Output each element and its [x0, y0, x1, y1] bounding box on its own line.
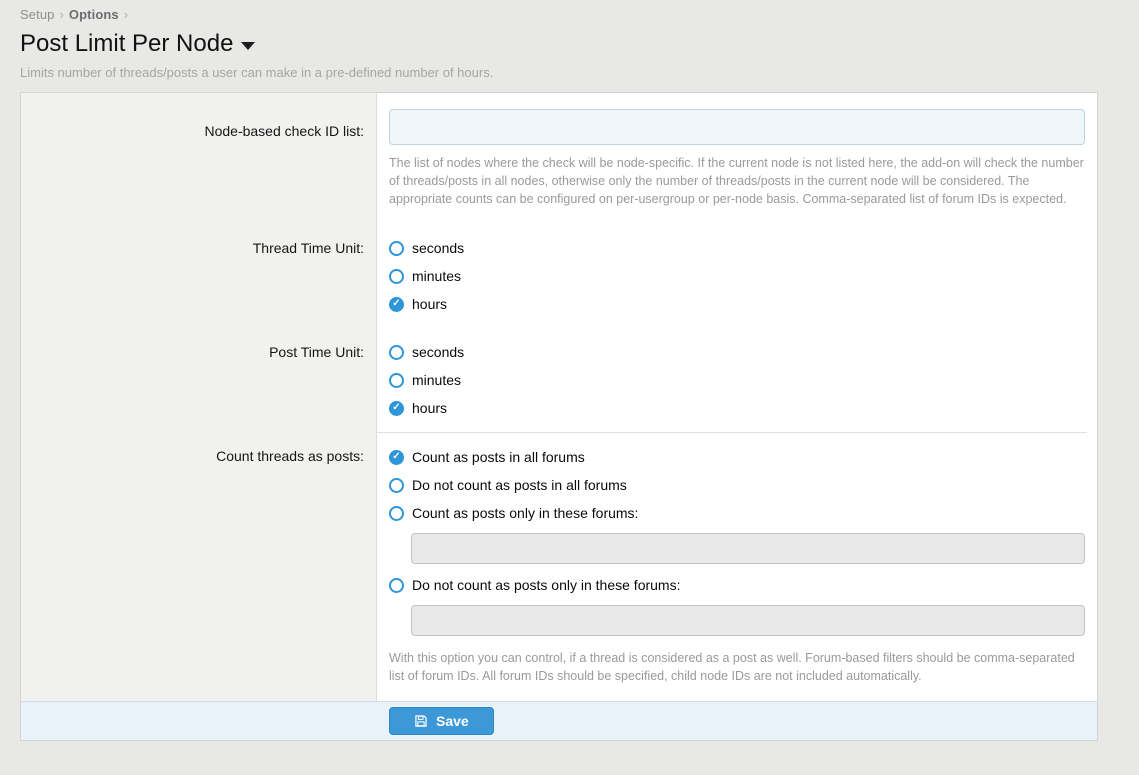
radio-option-count-all[interactable]: Count as posts in all forums [389, 449, 1085, 465]
radio-option-post-minutes[interactable]: minutes [389, 372, 1085, 388]
radio-icon[interactable] [389, 506, 404, 521]
radio-option-post-hours[interactable]: hours [389, 400, 1085, 416]
radio-icon[interactable] [389, 241, 404, 256]
radio-option-not-count-only[interactable]: Do not count as posts only in these foru… [389, 577, 1085, 593]
thread-time-unit-label: Thread Time Unit: [21, 224, 377, 328]
breadcrumb-separator: › [124, 7, 128, 22]
radio-option-label[interactable]: hours [412, 400, 447, 416]
radio-icon[interactable] [389, 373, 404, 388]
radio-option-not-count-all[interactable]: Do not count as posts in all forums [389, 477, 1085, 493]
breadcrumb-setup[interactable]: Setup [20, 7, 54, 22]
radio-checked-icon[interactable] [389, 450, 404, 465]
thread-time-unit-control: seconds minutes hours [377, 224, 1097, 328]
page-title[interactable]: Post Limit Per Node [20, 30, 255, 58]
not-count-only-forums-input[interactable] [411, 605, 1085, 636]
radio-option-label[interactable]: minutes [412, 372, 461, 388]
radio-option-label[interactable]: minutes [412, 268, 461, 284]
count-only-forums-input[interactable] [411, 533, 1085, 564]
count-threads-explanation: With this option you can control, if a t… [389, 649, 1085, 685]
radio-option-label[interactable]: Count as posts in all forums [412, 449, 585, 465]
save-icon [414, 714, 428, 728]
breadcrumb-separator: › [59, 7, 63, 22]
post-time-unit-control: seconds minutes hours [377, 328, 1097, 432]
radio-option-thread-hours[interactable]: hours [389, 296, 1085, 312]
radio-icon[interactable] [389, 269, 404, 284]
radio-option-label[interactable]: Do not count as posts only in these foru… [412, 577, 680, 593]
count-threads-control: Count as posts in all forums Do not coun… [377, 432, 1087, 701]
radio-icon[interactable] [389, 578, 404, 593]
radio-checked-icon[interactable] [389, 297, 404, 312]
breadcrumb: Setup › Options › [20, 7, 1119, 22]
radio-option-label[interactable]: seconds [412, 344, 464, 360]
options-form: Node-based check ID list: The list of no… [21, 93, 1097, 701]
radio-option-thread-minutes[interactable]: minutes [389, 268, 1085, 284]
radio-option-label[interactable]: Do not count as posts in all forums [412, 477, 627, 493]
radio-option-thread-seconds[interactable]: seconds [389, 240, 1085, 256]
node-list-explanation: The list of nodes where the check will b… [389, 154, 1085, 208]
post-time-unit-label: Post Time Unit: [21, 328, 377, 432]
radio-option-count-only[interactable]: Count as posts only in these forums: [389, 505, 1085, 521]
radio-option-label[interactable]: seconds [412, 240, 464, 256]
page-subtitle: Limits number of threads/posts a user ca… [20, 65, 1119, 80]
radio-icon[interactable] [389, 345, 404, 360]
radio-option-label[interactable]: hours [412, 296, 447, 312]
radio-option-post-seconds[interactable]: seconds [389, 344, 1085, 360]
save-bar: Save [21, 701, 1097, 740]
radio-option-label[interactable]: Count as posts only in these forums: [412, 505, 638, 521]
save-button[interactable]: Save [389, 707, 494, 735]
radio-icon[interactable] [389, 478, 404, 493]
radio-checked-icon[interactable] [389, 401, 404, 416]
page-header: Setup › Options › Post Limit Per Node Limit… [0, 0, 1139, 80]
chevron-down-icon [241, 42, 255, 50]
breadcrumb-options[interactable]: Options [69, 7, 119, 22]
count-threads-label: Count threads as posts: [21, 432, 377, 701]
node-list-control: The list of nodes where the check will b… [377, 93, 1097, 224]
options-panel: Node-based check ID list: The list of no… [20, 92, 1098, 741]
node-list-input[interactable] [389, 109, 1085, 145]
page-title-text: Post Limit Per Node [20, 30, 233, 58]
node-list-label: Node-based check ID list: [21, 93, 377, 224]
save-button-label: Save [436, 713, 469, 729]
